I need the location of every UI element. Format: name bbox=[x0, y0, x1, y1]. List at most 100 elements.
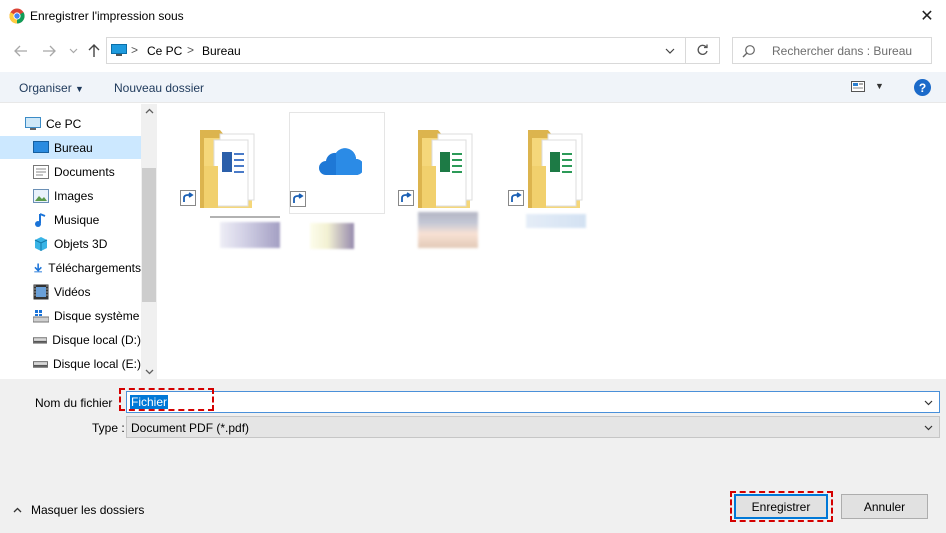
chevron-down-icon bbox=[924, 425, 933, 431]
scrollbar-thumb[interactable] bbox=[142, 168, 156, 302]
chevron-up-icon bbox=[13, 507, 22, 513]
shortcut-arrow-icon bbox=[290, 191, 306, 207]
system-drive-icon bbox=[33, 309, 49, 322]
word-folder-shortcut-icon bbox=[200, 130, 255, 208]
music-icon bbox=[35, 212, 46, 227]
forward-button[interactable] bbox=[40, 42, 58, 60]
documents-icon bbox=[33, 164, 49, 179]
file-type-value: Document PDF (*.pdf) bbox=[131, 421, 250, 435]
sidebar-item-label: Bureau bbox=[54, 140, 93, 155]
caret-down-icon: ▼ bbox=[75, 84, 84, 94]
downloads-icon bbox=[34, 263, 42, 272]
refresh-icon bbox=[697, 44, 708, 55]
onedrive-shortcut-icon bbox=[319, 148, 362, 175]
blurred-filename bbox=[310, 223, 354, 249]
sidebar-item-disque-e[interactable]: Disque local (E:) bbox=[0, 352, 141, 375]
sidebar-item-musique[interactable]: Musique bbox=[0, 208, 141, 231]
type-label: Type : bbox=[92, 421, 125, 435]
excel-folder-shortcut-icon bbox=[528, 130, 583, 208]
title-bar: Enregistrer l'impression sous ✕ bbox=[0, 0, 946, 32]
breadcrumb-separator: > bbox=[131, 43, 139, 57]
arrow-up-icon bbox=[88, 44, 100, 57]
breadcrumb-separator: > bbox=[187, 43, 195, 57]
blurred-filename bbox=[526, 214, 586, 228]
chrome-icon bbox=[9, 8, 25, 24]
chevron-down-icon[interactable] bbox=[665, 48, 675, 54]
sidebar-item-videos[interactable]: Vidéos bbox=[0, 280, 141, 303]
sidebar-item-label: Musique bbox=[54, 212, 100, 227]
window-title: Enregistrer l'impression sous bbox=[30, 9, 184, 23]
filename-label: Nom du fichier bbox=[35, 396, 113, 410]
file-item[interactable] bbox=[289, 112, 385, 249]
navigation-pane: Ce PC Bureau Documents Images Musique Ob… bbox=[0, 104, 158, 379]
drive-icon bbox=[33, 360, 48, 368]
sidebar-item-telechargements[interactable]: Téléchargements bbox=[0, 256, 141, 279]
file-list bbox=[158, 104, 946, 379]
sidebar-item-bureau[interactable]: Bureau bbox=[0, 136, 141, 159]
highlight-filename bbox=[119, 388, 214, 411]
computer-icon bbox=[25, 116, 41, 130]
desktop-icon bbox=[33, 141, 49, 153]
hide-folders-button[interactable]: Masquer les dossiers bbox=[13, 503, 144, 517]
close-button[interactable]: ✕ bbox=[914, 3, 940, 29]
file-item[interactable] bbox=[398, 112, 494, 248]
search-input[interactable]: Rechercher dans : Bureau bbox=[772, 44, 912, 58]
shortcut-arrow-icon bbox=[180, 190, 196, 206]
sidebar-item-label: Disque système bbox=[54, 308, 140, 323]
help-icon: ? bbox=[918, 80, 927, 95]
videos-icon bbox=[33, 284, 49, 299]
search-box[interactable]: Rechercher dans : Bureau bbox=[732, 37, 932, 64]
arrow-right-icon bbox=[43, 45, 56, 57]
sidebar-item-ce-pc[interactable]: Ce PC bbox=[0, 112, 141, 135]
file-item[interactable] bbox=[508, 112, 604, 242]
highlight-save bbox=[730, 491, 833, 522]
view-icon bbox=[851, 81, 865, 92]
sidebar-item-label: Disque local (D:) bbox=[52, 332, 141, 347]
chevron-down-icon bbox=[69, 48, 77, 54]
3d-objects-icon bbox=[34, 236, 48, 251]
blurred-filename bbox=[210, 216, 280, 218]
arrow-left-icon bbox=[14, 45, 27, 57]
excel-folder-shortcut-icon bbox=[418, 130, 473, 208]
sidebar-item-label: Images bbox=[54, 188, 94, 203]
file-item[interactable] bbox=[180, 112, 280, 248]
chevron-down-icon[interactable] bbox=[924, 400, 933, 406]
sidebar-item-label: Objets 3D bbox=[54, 236, 108, 251]
chevron-up-icon[interactable] bbox=[145, 108, 154, 114]
sidebar-item-label: Documents bbox=[54, 164, 115, 179]
search-icon bbox=[742, 45, 755, 58]
new-folder-button[interactable]: Nouveau dossier bbox=[114, 81, 204, 95]
shortcut-arrow-icon bbox=[398, 190, 414, 206]
refresh-button[interactable] bbox=[686, 37, 720, 64]
organize-button[interactable]: Organiser ▼ bbox=[19, 81, 84, 95]
sidebar-item-label: Vidéos bbox=[54, 284, 91, 299]
filename-field[interactable]: Fichier bbox=[126, 391, 940, 413]
computer-icon bbox=[111, 44, 127, 56]
shortcut-arrow-icon bbox=[508, 190, 524, 206]
close-icon: ✕ bbox=[920, 8, 934, 25]
view-options-button[interactable]: ▼ bbox=[851, 81, 884, 95]
sidebar-item-objets-3d[interactable]: Objets 3D bbox=[0, 232, 141, 255]
breadcrumb-bureau[interactable]: Bureau bbox=[202, 44, 241, 58]
cancel-button[interactable]: Annuler bbox=[841, 494, 928, 519]
hide-folders-label: Masquer les dossiers bbox=[31, 503, 145, 517]
sidebar-item-images[interactable]: Images bbox=[0, 184, 141, 207]
images-icon bbox=[33, 188, 49, 203]
help-button[interactable]: ? bbox=[914, 79, 931, 96]
sidebar-item-documents[interactable]: Documents bbox=[0, 160, 141, 183]
sidebar-item-label: Ce PC bbox=[46, 116, 82, 131]
sidebar-item-disque-systeme[interactable]: Disque système bbox=[0, 304, 141, 327]
command-bar: Organiser ▼ Nouveau dossier ▼ ? bbox=[0, 72, 946, 103]
back-button[interactable] bbox=[12, 42, 30, 60]
file-type-select[interactable]: Document PDF (*.pdf) bbox=[126, 416, 940, 438]
up-button[interactable] bbox=[85, 42, 103, 60]
address-bar[interactable]: > Ce PC > Bureau bbox=[106, 37, 686, 64]
caret-down-icon: ▼ bbox=[875, 81, 884, 91]
sidebar-item-label: Téléchargements bbox=[48, 260, 141, 275]
blurred-filename bbox=[418, 212, 478, 248]
sidebar-item-label: Disque local (E:) bbox=[52, 356, 141, 371]
breadcrumb-ce-pc[interactable]: Ce PC bbox=[147, 44, 182, 58]
chevron-down-icon[interactable] bbox=[145, 369, 154, 375]
recent-locations-button[interactable] bbox=[64, 42, 82, 60]
sidebar-item-disque-d[interactable]: Disque local (D:) bbox=[0, 328, 141, 351]
